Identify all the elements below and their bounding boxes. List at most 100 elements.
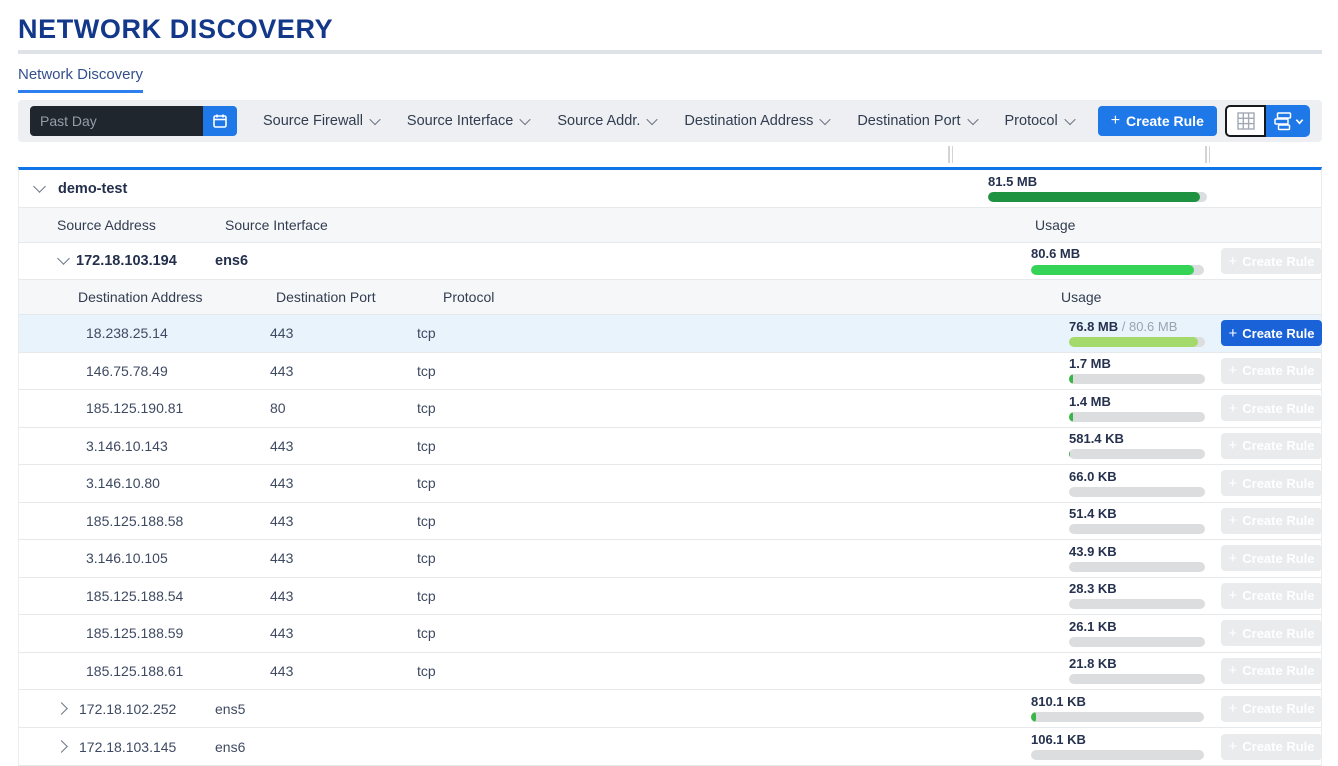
dropdown-destination-port[interactable]: Destination Port (857, 113, 976, 129)
create-rule-row-button: + Create Rule (1221, 248, 1322, 274)
group-row[interactable]: demo-test 81.5 MB (19, 170, 1321, 208)
chevron-down-icon[interactable] (57, 254, 71, 268)
tab-network-discovery[interactable]: Network Discovery (18, 66, 143, 93)
chevron-down-icon (1295, 117, 1304, 126)
chevron-glyph (55, 702, 68, 715)
usage-bar-fill (1069, 412, 1073, 422)
destination-header-row: Destination AddressDestination PortProto… (19, 280, 1321, 315)
col-header-protocol: Protocol (443, 289, 494, 305)
table-view-button[interactable] (1225, 105, 1266, 137)
protocol: tcp (417, 475, 436, 491)
plus-icon: + (1228, 438, 1237, 453)
usage-cell: 26.1 KB (1069, 615, 1205, 652)
dropdown-source-addr[interactable]: Source Addr. (557, 113, 656, 129)
create-rule-button[interactable]: + Create Rule (1098, 106, 1217, 136)
destination-address: 146.75.78.49 (86, 363, 168, 379)
protocol: tcp (417, 400, 436, 416)
page-title: NETWORK DISCOVERY (18, 14, 333, 45)
usage-label: 581.4 KB (1069, 432, 1205, 446)
protocol: tcp (417, 663, 436, 679)
source-interface: ens5 (215, 701, 245, 717)
dropdown-protocol[interactable]: Protocol (1005, 113, 1074, 129)
destination-address: 185.125.188.59 (86, 625, 183, 641)
usage-label: 1.7 MB (1069, 357, 1205, 371)
usage-cell: 51.4 KB (1069, 503, 1205, 540)
usage-bar-track (1069, 487, 1205, 497)
chevron-down-icon (1064, 114, 1075, 125)
usage-bar-fill (1069, 374, 1073, 384)
destination-port: 443 (270, 475, 293, 491)
dropdown-label: Source Firewall (263, 113, 363, 129)
chevron-down-icon (520, 114, 531, 125)
plus-icon: + (1228, 739, 1237, 754)
source-row[interactable]: 172.18.102.252ens5810.1 KB+ Create Rule (19, 690, 1321, 728)
tree-view-button[interactable] (1266, 105, 1310, 137)
destination-row[interactable]: 185.125.190.8180tcp1.4 MB+ Create Rule (19, 390, 1321, 428)
destination-row[interactable]: 3.146.10.105443tcp43.9 KB+ Create Rule (19, 540, 1321, 578)
destination-row[interactable]: 18.238.25.14443tcp76.8 MB / 80.6 MB+ Cre… (19, 315, 1321, 353)
plus-icon: + (1228, 513, 1237, 528)
col-header-destination-port: Destination Port (276, 289, 376, 305)
dropdown-label: Protocol (1005, 113, 1058, 129)
usage-bar-track (1031, 712, 1204, 722)
destination-row[interactable]: 146.75.78.49443tcp1.7 MB+ Create Rule (19, 353, 1321, 391)
protocol: tcp (417, 325, 436, 341)
usage-label: 81.5 MB (988, 175, 1207, 189)
plus-icon: + (1228, 363, 1237, 378)
usage-bar-track (1031, 265, 1204, 275)
usage-bar-track (1069, 337, 1205, 347)
dropdown-source-interface[interactable]: Source Interface (407, 113, 529, 129)
destination-address: 185.125.188.61 (86, 663, 183, 679)
chevron-right-icon[interactable] (57, 740, 71, 754)
col-header-source-interface: Source Interface (225, 217, 328, 233)
usage-cell: 76.8 MB / 80.6 MB (1069, 315, 1205, 352)
plus-icon: + (1228, 254, 1237, 269)
source-row[interactable]: 172.18.103.145ens6106.1 KB+ Create Rule (19, 728, 1321, 766)
create-rule-row-button: + Create Rule (1221, 620, 1322, 646)
tree-view-icon (1273, 111, 1293, 131)
usage-cell: 1.4 MB (1069, 390, 1205, 427)
usage-cell: 106.1 KB (1031, 728, 1204, 765)
create-rule-row-button[interactable]: + Create Rule (1221, 320, 1322, 346)
chevron-right-icon[interactable] (57, 702, 71, 716)
chevron-down-icon[interactable] (33, 182, 47, 196)
group-name: demo-test (58, 181, 127, 197)
destination-row[interactable]: 185.125.188.61443tcp21.8 KB+ Create Rule (19, 653, 1321, 691)
create-rule-label: Create Rule (1242, 401, 1314, 416)
destination-row[interactable]: 185.125.188.54443tcp28.3 KB+ Create Rule (19, 578, 1321, 616)
calendar-button[interactable] (203, 106, 237, 136)
usage-bar-track (1069, 674, 1205, 684)
protocol: tcp (417, 550, 436, 566)
create-rule-row-button: + Create Rule (1221, 508, 1322, 534)
destination-port: 443 (270, 663, 293, 679)
create-rule-row-button: + Create Rule (1221, 395, 1322, 421)
plus-icon: + (1228, 476, 1237, 491)
dropdown-label: Source Addr. (557, 113, 640, 129)
date-range-input[interactable]: Past Day (30, 106, 203, 136)
create-rule-row-button: + Create Rule (1221, 470, 1322, 496)
usage-label: 66.0 KB (1069, 470, 1205, 484)
create-rule-row-button: + Create Rule (1221, 658, 1322, 684)
usage-label: 76.8 MB / 80.6 MB (1069, 320, 1205, 334)
destination-row[interactable]: 185.125.188.58443tcp51.4 KB+ Create Rule (19, 503, 1321, 541)
usage-label: 28.3 KB (1069, 582, 1205, 596)
destination-row[interactable]: 3.146.10.80443tcp66.0 KB+ Create Rule (19, 465, 1321, 503)
destination-port: 443 (270, 438, 293, 454)
source-row[interactable]: 172.18.103.194ens680.6 MB+ Create Rule (19, 243, 1321, 280)
column-resize-handle[interactable] (952, 146, 954, 163)
filter-dropdowns: Source Firewall Source Interface Source … (263, 113, 1074, 129)
destination-row[interactable]: 3.146.10.143443tcp581.4 KB+ Create Rule (19, 428, 1321, 466)
create-rule-label: Create Rule (1242, 363, 1314, 378)
dropdown-source-firewall[interactable]: Source Firewall (263, 113, 379, 129)
usage-bar-fill (1069, 337, 1198, 347)
column-resize-handle[interactable] (948, 146, 950, 163)
dropdown-destination-address[interactable]: Destination Address (684, 113, 829, 129)
chevron-glyph (55, 740, 68, 753)
destination-port: 443 (270, 513, 293, 529)
column-resize-handle[interactable] (1209, 146, 1211, 163)
destination-row[interactable]: 185.125.188.59443tcp26.1 KB+ Create Rule (19, 615, 1321, 653)
usage-bar-track (1069, 562, 1205, 572)
grid-view-icon (1236, 111, 1256, 131)
usage-bar-track (1069, 599, 1205, 609)
column-resize-handle[interactable] (1205, 146, 1207, 163)
